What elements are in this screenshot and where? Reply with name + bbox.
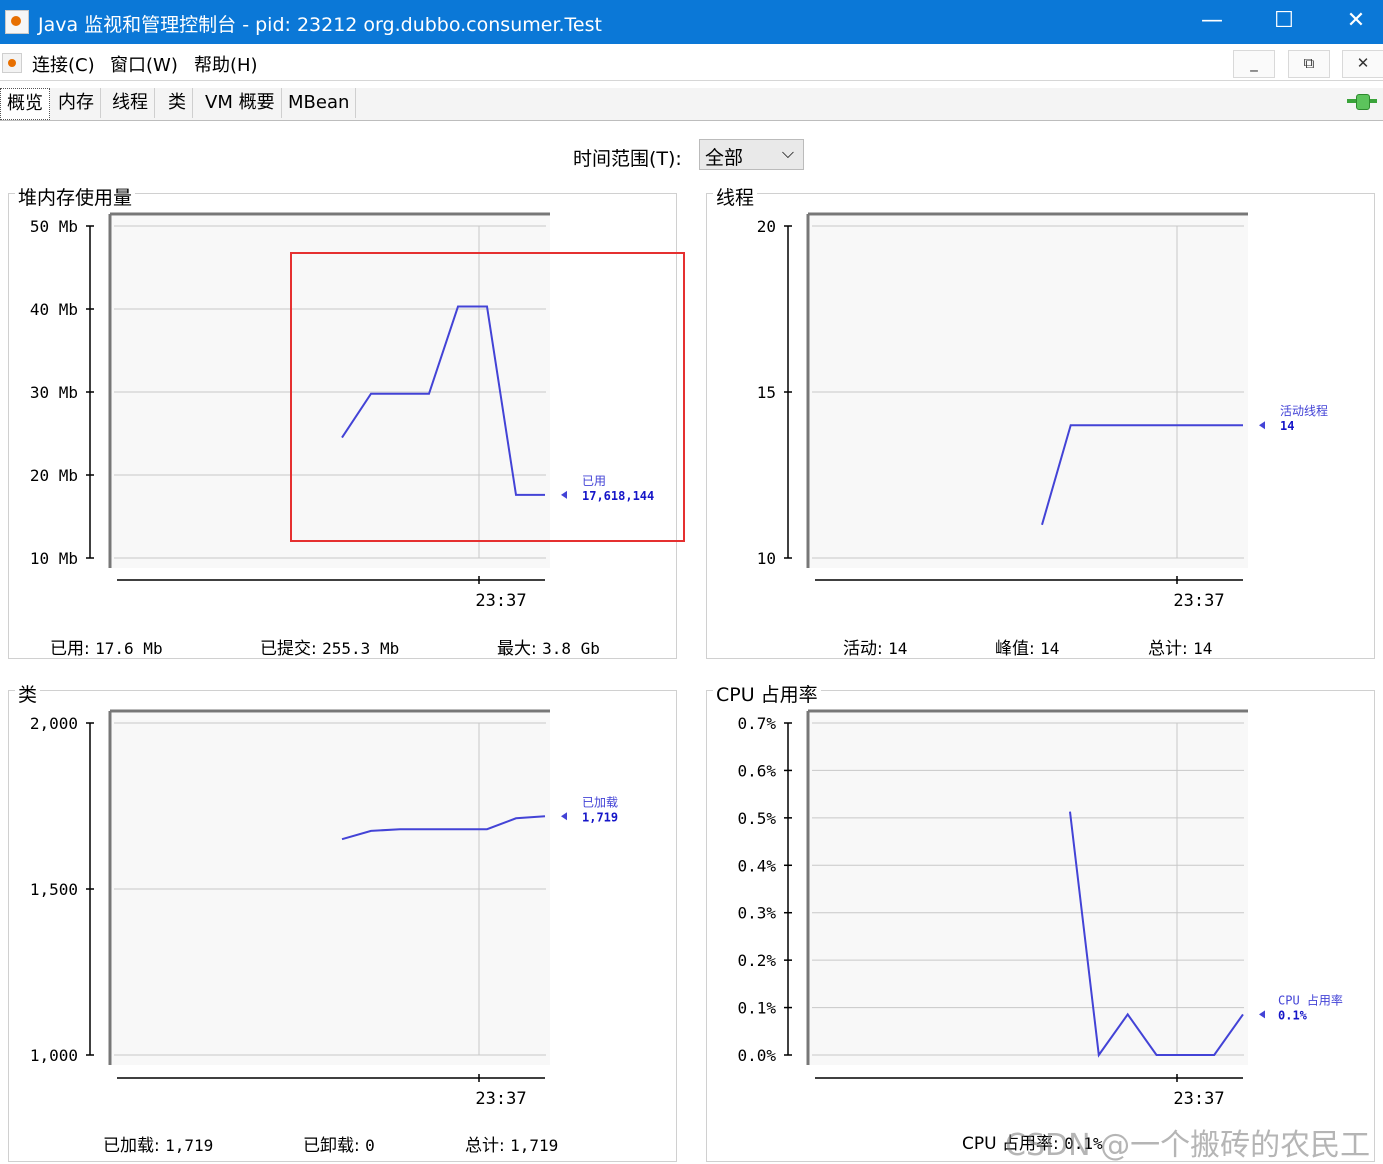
charts-layer: 50 Mb40 Mb30 Mb20 Mb10 Mb23:37已用17,618,1… xyxy=(30,212,1343,1109)
threads-y-tick-label: 20 xyxy=(757,217,776,236)
threads-y-tick-label: 15 xyxy=(757,383,776,402)
heap-y-tick-label: 20 Mb xyxy=(30,466,78,485)
heap-used-stat: 已用: 17.6 Mb xyxy=(50,639,163,659)
threads-x-tick-label: 23:37 xyxy=(1173,591,1224,611)
cpu-y-tick-label: 0.1% xyxy=(737,999,776,1018)
classes-series-value: 1,719 xyxy=(582,810,618,824)
cpu-y-tick-label: 0.4% xyxy=(737,856,776,875)
cpu-y-tick-label: 0.0% xyxy=(737,1046,776,1065)
cpu-x-tick-label: 23:37 xyxy=(1173,1089,1224,1109)
heap-y-tick-label: 30 Mb xyxy=(30,383,78,402)
csdn-watermark: CSDN @一个搬砖的农民工 xyxy=(1005,1128,1371,1163)
classes-unloaded-stat: 已卸载: 0 xyxy=(303,1136,375,1156)
heap-y-tick-label: 40 Mb xyxy=(30,300,78,319)
classes-y-tick-label: 1,500 xyxy=(30,880,78,899)
threads-y-tick-label: 10 xyxy=(757,549,776,568)
cpu-y-tick-label: 0.6% xyxy=(737,761,776,780)
classes-value-arrow xyxy=(561,812,567,821)
threads-series-value: 14 xyxy=(1280,419,1294,433)
cpu-y-tick-label: 0.3% xyxy=(737,904,776,923)
threads-series-name: 活动线程 xyxy=(1280,403,1328,418)
classes-total-stat: 总计: 1,719 xyxy=(465,1136,559,1156)
classes-y-tick-label: 2,000 xyxy=(30,714,78,733)
cpu-series-name: CPU 占用率 xyxy=(1278,992,1343,1007)
heap-y-tick-label: 50 Mb xyxy=(30,217,78,236)
heap-max-stat: 最大: 3.8 Gb xyxy=(497,639,600,659)
threads-value-arrow xyxy=(1259,421,1265,430)
classes-x-tick-label: 23:37 xyxy=(475,1089,526,1109)
heap-y-tick-label: 10 Mb xyxy=(30,549,78,568)
cpu-value-arrow xyxy=(1259,1010,1265,1019)
heap-committed-stat: 已提交: 255.3 Mb xyxy=(260,639,400,659)
threads-total-stat: 总计: 14 xyxy=(1148,639,1213,659)
threads-live-stat: 活动: 14 xyxy=(843,639,908,659)
classes-loaded-stat: 已加载: 1,719 xyxy=(103,1136,214,1156)
heap-x-tick-label: 23:37 xyxy=(475,591,526,611)
cpu-y-tick-label: 0.5% xyxy=(737,809,776,828)
cpu-y-tick-label: 0.7% xyxy=(737,714,776,733)
cpu-plot-background xyxy=(808,713,1248,1065)
red-highlight-box xyxy=(290,252,685,542)
classes-series-name: 已加载 xyxy=(582,795,618,809)
cpu-series-value: 0.1% xyxy=(1278,1008,1308,1022)
threads-peak-stat: 峰值: 14 xyxy=(995,639,1060,659)
cpu-y-tick-label: 0.2% xyxy=(737,951,776,970)
classes-y-tick-label: 1,000 xyxy=(30,1046,78,1065)
